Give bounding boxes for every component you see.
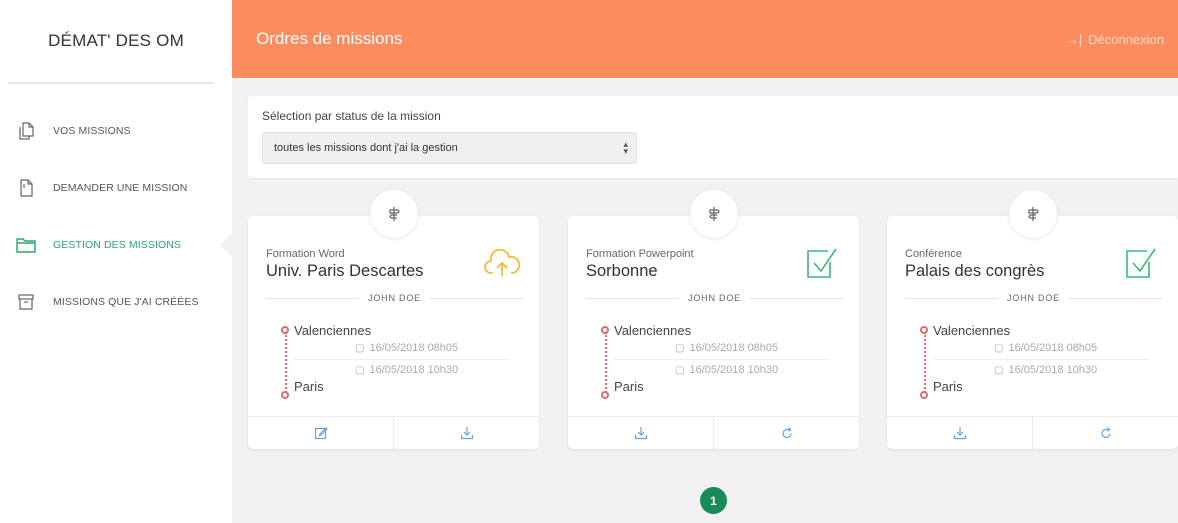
sidebar-item-demander-mission[interactable]: DEMANDER UNE MISSION (0, 159, 232, 216)
refresh-button[interactable] (713, 417, 859, 449)
edit-button[interactable] (248, 417, 393, 449)
route-from: Valenciennes (614, 323, 692, 338)
logout-button[interactable]: →| Déconnexion (1066, 32, 1164, 47)
mission-card: Formation Powerpoint Sorbonne JOHN DOE V… (568, 190, 859, 449)
route-line (285, 332, 287, 393)
calendar-icon: ▢ (355, 342, 365, 354)
sidebar-item-label: DEMANDER UNE MISSION (53, 181, 188, 194)
download-button[interactable] (568, 417, 713, 449)
mission-actions (887, 416, 1178, 449)
route-divider (614, 359, 829, 360)
sidebar: DÉMAT' DES OM VOS MISSIONS DEMANDER UNE … (0, 0, 232, 523)
route-date-start: ▢ 16/05/2018 08h05 (675, 342, 779, 354)
checkbox-checked-icon (1122, 246, 1160, 282)
mission-actions (248, 416, 539, 449)
mission-actions (568, 416, 859, 449)
route-date-end: ▢ 16/05/2018 10h30 (675, 364, 779, 376)
download-button[interactable] (393, 417, 539, 449)
sidebar-item-gestion-missions[interactable]: GESTION DES MISSIONS (0, 216, 232, 273)
route-end-dot (920, 391, 928, 399)
archive-icon (13, 291, 39, 313)
route-end-dot (281, 391, 289, 399)
mission-person: JOHN DOE (266, 293, 523, 303)
signpost-icon (369, 190, 418, 238)
refresh-icon (781, 427, 792, 439)
sidebar-item-missions-creees[interactable]: MISSIONS QUE J'AI CRÉÉES (0, 273, 232, 330)
refresh-button[interactable] (1032, 417, 1178, 449)
logout-label: Déconnexion (1088, 31, 1164, 47)
route-start-dot (601, 326, 609, 334)
page-title: Ordres de missions (256, 29, 403, 48)
route-line (605, 332, 607, 393)
route-from: Valenciennes (294, 323, 372, 338)
document-icon (13, 177, 39, 199)
route-start-dot (920, 326, 928, 334)
status-filter-panel: Sélection par status de la mission toute… (248, 96, 1178, 178)
calendar-icon: ▢ (675, 342, 685, 354)
mission-route: Valenciennes ▢ 16/05/2018 08h05 ▢ 16/05/20… (920, 323, 1148, 399)
download-icon (460, 427, 473, 440)
sidebar-item-label: MISSIONS QUE J'AI CRÉÉES (53, 295, 199, 308)
mission-card: Formation Word Univ. Paris Descartes JOH… (248, 190, 539, 449)
brand-divider (8, 82, 214, 84)
route-start-dot (281, 326, 289, 334)
status-select[interactable]: toutes les missions dont j'ai la gestion… (262, 132, 637, 164)
mission-route: Valenciennes ▢ 16/05/2018 08h05 ▢ 16/05/20… (601, 323, 829, 399)
mission-card: Conférence Palais des congrès JOHN DOE V… (887, 190, 1178, 449)
route-end-dot (601, 391, 609, 399)
filter-label: Sélection par status de la mission (262, 109, 441, 123)
mission-person: JOHN DOE (905, 293, 1162, 303)
edit-icon (314, 427, 328, 440)
route-from: Valenciennes (933, 323, 1011, 338)
download-button[interactable] (887, 417, 1032, 449)
download-icon (953, 427, 966, 440)
copy-document-icon (13, 120, 39, 142)
top-bar: Ordres de missions →| Déconnexion (232, 0, 1178, 78)
route-date-start: ▢ 16/05/2018 08h05 (355, 342, 459, 354)
refresh-icon (1100, 427, 1111, 439)
calendar-icon: ▢ (994, 342, 1004, 354)
pagination-page-1[interactable]: 1 (700, 487, 727, 514)
signpost-icon (1008, 190, 1057, 238)
route-divider (294, 359, 509, 360)
sidebar-nav: VOS MISSIONS DEMANDER UNE MISSION GESTIO… (0, 102, 232, 330)
calendar-icon: ▢ (994, 364, 1004, 376)
download-icon (634, 427, 647, 440)
route-to: Paris (933, 379, 963, 394)
signpost-icon (689, 190, 738, 238)
sidebar-item-vos-missions[interactable]: VOS MISSIONS (0, 102, 232, 159)
folder-icon (13, 234, 39, 256)
route-to: Paris (614, 379, 644, 394)
logout-icon: →| (1065, 31, 1083, 47)
app-brand: DÉMAT' DES OM (48, 31, 184, 50)
mission-route: Valenciennes ▢ 16/05/2018 08h05 ▢ 16/05/20… (281, 323, 509, 399)
route-to: Paris (294, 379, 324, 394)
calendar-icon: ▢ (355, 364, 365, 376)
sidebar-item-label: VOS MISSIONS (53, 124, 131, 137)
sidebar-item-label: GESTION DES MISSIONS (53, 238, 182, 251)
cloud-upload-icon (483, 246, 521, 282)
route-date-end: ▢ 16/05/2018 10h30 (355, 364, 459, 376)
calendar-icon: ▢ (675, 364, 685, 376)
route-date-start: ▢ 16/05/2018 08h05 (994, 342, 1098, 354)
route-line (924, 332, 926, 393)
checkbox-checked-icon (803, 246, 841, 282)
main-content: Ordres de missions →| Déconnexion Sélect… (232, 0, 1178, 523)
select-arrows-icon: ▴ ▾ (623, 139, 628, 156)
route-divider (933, 359, 1148, 360)
status-select-value: toutes les missions dont j'ai la gestion (274, 142, 458, 154)
route-date-end: ▢ 16/05/2018 10h30 (994, 364, 1098, 376)
mission-person: JOHN DOE (586, 293, 843, 303)
